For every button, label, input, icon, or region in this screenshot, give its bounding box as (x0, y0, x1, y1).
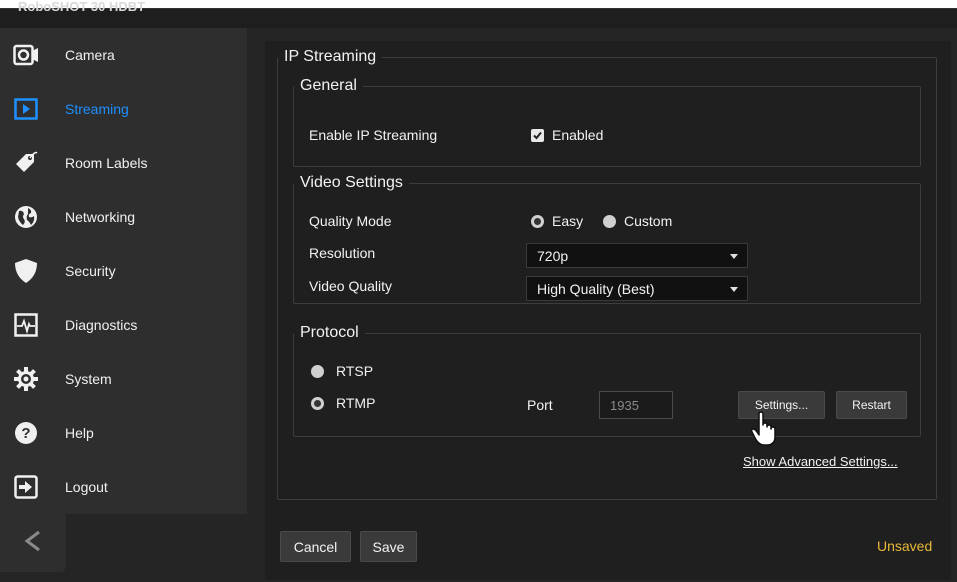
sidebar-item-label: Room Labels (65, 155, 148, 171)
sidebar-item-label: System (65, 371, 112, 387)
enabled-checkbox[interactable] (531, 129, 544, 142)
sidebar-item-camera[interactable]: Camera (0, 28, 247, 82)
section-title: IP Streaming (284, 48, 377, 65)
sidebar-item-streaming[interactable]: Streaming (0, 82, 247, 136)
logout-icon (13, 474, 39, 500)
general-title: General (300, 77, 357, 94)
quality-mode-custom-radio[interactable] (603, 215, 616, 228)
port-label: Port (527, 397, 553, 413)
video-quality-select[interactable]: High Quality (Best) (526, 276, 748, 301)
sidebar-item-label: Diagnostics (65, 317, 138, 333)
restart-button[interactable]: Restart (836, 391, 907, 419)
device-name: RoboSHOT 30 HDBT (18, 0, 146, 14)
quality-mode-custom-label: Custom (624, 213, 673, 229)
help-icon: ? (13, 420, 39, 446)
unsaved-status: Unsaved (877, 538, 933, 554)
globe-icon (13, 204, 39, 230)
port-value: 1935 (610, 398, 639, 413)
sidebar-item-label: Camera (65, 47, 115, 63)
rtsp-label: RTSP (336, 363, 374, 379)
rtmp-radio[interactable] (311, 397, 324, 410)
sidebar-item-label: Streaming (65, 101, 129, 117)
rtmp-label: RTMP (336, 395, 376, 411)
general-section: General (293, 77, 921, 167)
shield-icon (13, 258, 39, 284)
play-icon (13, 96, 39, 122)
tag-icon (13, 150, 39, 176)
resolution-label: Resolution (309, 245, 376, 261)
app-window: RoboSHOT 30 HDBT Camera Streaming Room L… (0, 0, 957, 582)
gear-icon (13, 366, 39, 392)
quality-mode-easy-radio[interactable] (531, 215, 544, 228)
top-bar: RoboSHOT 30 HDBT (0, 0, 957, 28)
pulse-icon (13, 312, 39, 338)
sidebar-item-logout[interactable]: Logout (0, 460, 247, 514)
sidebar-item-label: Networking (65, 209, 136, 225)
chevron-left-icon (23, 529, 43, 558)
resolution-select[interactable]: 720p (526, 243, 748, 268)
quality-mode-easy-label: Easy (552, 213, 584, 229)
sidebar-item-networking[interactable]: Networking (0, 190, 247, 244)
sidebar-item-label: Security (65, 263, 116, 279)
sidebar-item-system[interactable]: System (0, 352, 247, 406)
protocol-section: Protocol (293, 324, 921, 437)
port-input[interactable]: 1935 (599, 391, 673, 419)
save-button[interactable]: Save (360, 531, 417, 562)
video-quality-value: High Quality (Best) (537, 281, 655, 297)
quality-mode-label: Quality Mode (309, 213, 392, 229)
enable-ip-streaming-label: Enable IP Streaming (309, 127, 438, 143)
resolution-value: 720p (537, 248, 569, 264)
main-panel: IP Streaming General Enable IP Streaming… (265, 41, 951, 580)
cancel-button[interactable]: Cancel (280, 531, 351, 562)
sidebar: Camera Streaming Room Labels Networking … (0, 28, 247, 514)
video-settings-title: Video Settings (300, 174, 403, 191)
sidebar-item-label: Logout (65, 479, 108, 495)
sidebar-item-help[interactable]: ? Help (0, 406, 247, 460)
sidebar-item-label: Help (65, 425, 94, 441)
svg-text:?: ? (21, 425, 30, 442)
hand-cursor-icon (750, 411, 778, 452)
video-quality-label: Video Quality (309, 278, 393, 294)
camera-icon (13, 42, 39, 68)
sidebar-item-security[interactable]: Security (0, 244, 247, 298)
sidebar-collapse-button[interactable] (0, 514, 66, 572)
chevron-down-icon (730, 254, 738, 259)
chevron-down-icon (730, 287, 738, 292)
rtsp-radio[interactable] (311, 365, 324, 378)
enabled-checkbox-label: Enabled (552, 127, 604, 143)
sidebar-item-room-labels[interactable]: Room Labels (0, 136, 247, 190)
sidebar-item-diagnostics[interactable]: Diagnostics (0, 298, 247, 352)
show-advanced-settings-link[interactable]: Show Advanced Settings... (743, 454, 898, 469)
protocol-title: Protocol (300, 324, 359, 341)
